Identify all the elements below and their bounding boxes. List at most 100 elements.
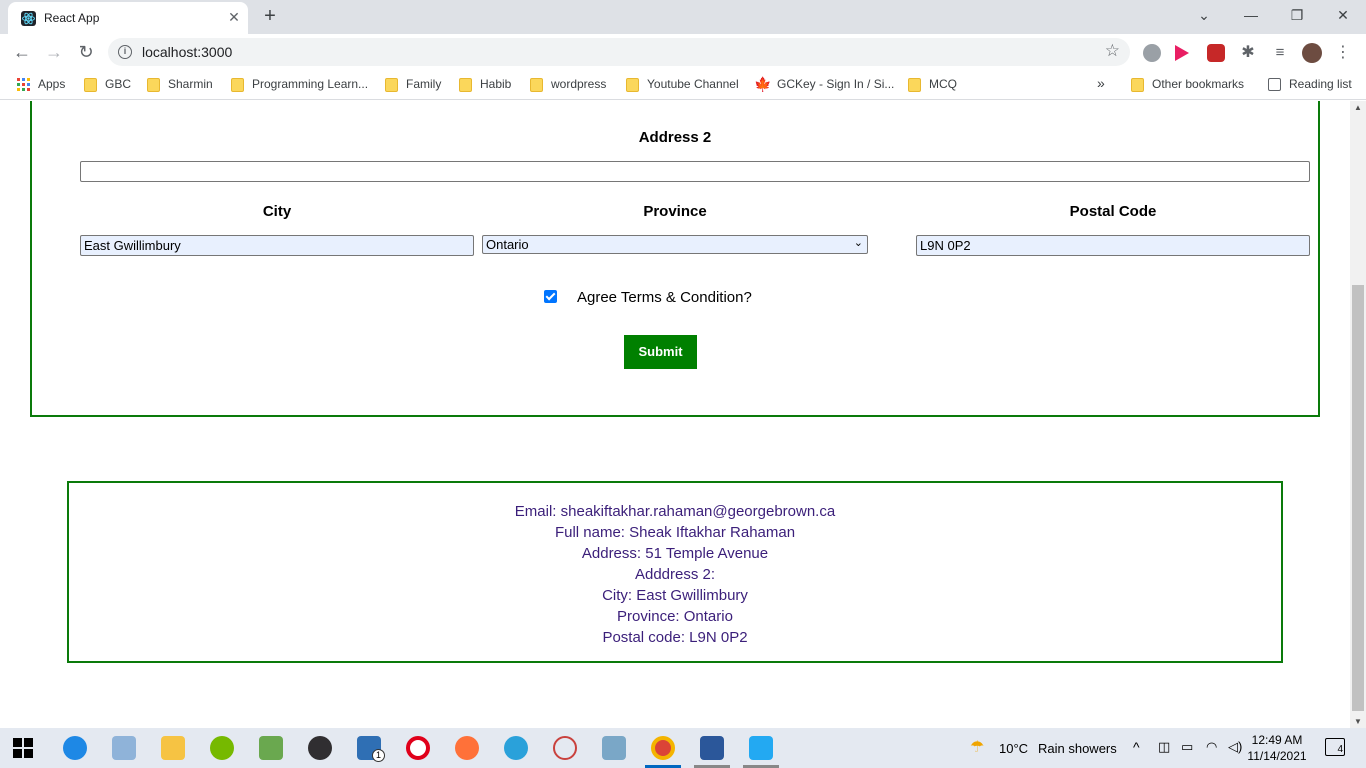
vscode-icon[interactable] <box>749 736 773 760</box>
close-tab-icon[interactable]: ✕ <box>226 9 242 25</box>
address2-label: Address 2 <box>638 129 712 146</box>
bookmark-label: wordpress <box>551 77 607 91</box>
minimize-icon[interactable]: — <box>1238 4 1264 26</box>
windows-start-icon[interactable] <box>13 738 33 758</box>
extension-red-icon[interactable] <box>1207 44 1225 62</box>
bookmark-youtube-channel[interactable]: Youtube Channel <box>626 77 739 93</box>
volume-icon[interactable]: ◁) <box>1228 739 1242 755</box>
extension-play-icon[interactable] <box>1175 45 1189 61</box>
close-window-icon[interactable]: ✕ <box>1330 4 1356 26</box>
bookmark-label: Apps <box>38 77 66 91</box>
folder-icon <box>908 78 921 92</box>
system-clock[interactable]: 12:49 AM 11/14/2021 <box>1247 732 1307 764</box>
folder-icon <box>459 78 472 92</box>
firefox-icon[interactable] <box>455 736 479 760</box>
chevron-down-icon: ⌄ <box>853 237 863 249</box>
weather-temperature[interactable]: 10°C <box>999 741 1028 756</box>
folder-icon <box>530 78 543 92</box>
reading-list-button[interactable]: Reading list <box>1268 77 1352 93</box>
show-hidden-icons-icon[interactable]: ^ <box>1133 739 1140 755</box>
mail-icon[interactable]: 1 <box>357 736 385 762</box>
obs-studio-icon[interactable] <box>308 736 332 760</box>
notes-app-icon[interactable] <box>602 736 626 760</box>
bookmark-other[interactable]: Other bookmarks <box>1131 77 1244 93</box>
folder-icon <box>626 78 639 92</box>
reading-list-icon <box>1268 78 1281 91</box>
bookmark-mcq[interactable]: MCQ <box>908 77 957 93</box>
agree-terms-checkbox[interactable] <box>544 290 557 303</box>
bookmarks-bar: Apps GBC Sharmin Programming Learn... Fa… <box>0 70 1366 100</box>
profile-avatar[interactable] <box>1302 43 1322 63</box>
bookmark-label: GCKey - Sign In / Si... <box>777 77 895 91</box>
province-select[interactable]: Ontario ⌄ <box>482 235 868 254</box>
extensions-puzzle-icon[interactable]: ✱ <box>1239 44 1257 62</box>
postal-code-input[interactable]: L9N 0P2 <box>916 235 1310 256</box>
extension-globe-icon[interactable] <box>1143 44 1161 62</box>
address2-input[interactable] <box>80 161 1310 182</box>
province-selected-value: Ontario <box>486 237 529 252</box>
summary-postal-code: Postal code: L9N 0P2 <box>602 629 748 646</box>
province-label: Province <box>643 203 707 220</box>
bookmark-label: Other bookmarks <box>1152 77 1245 91</box>
bookmark-sharmin[interactable]: Sharmin <box>147 77 213 93</box>
tab-search-icon[interactable]: ⌄ <box>1191 4 1217 26</box>
menu-kebab-icon[interactable]: ⋮ <box>1334 44 1352 62</box>
tab-strip: React App ✕ + ⌄ — ❐ ✕ <box>0 0 1366 34</box>
opera-icon[interactable] <box>406 736 430 760</box>
telegram-icon[interactable] <box>504 736 528 760</box>
browser-toolbar: ← → ↻ i localhost:3000 ☆ ✱ ≡ ⋮ <box>0 34 1366 70</box>
meet-now-icon[interactable]: ◫ <box>1158 739 1170 755</box>
bookmark-apps[interactable]: Apps <box>17 77 65 93</box>
apps-grid-icon <box>17 78 31 92</box>
maple-leaf-icon: 🍁 <box>754 76 772 92</box>
weather-condition[interactable]: Rain showers <box>1038 741 1117 756</box>
folder-icon <box>147 78 160 92</box>
this-pc-icon[interactable] <box>112 736 136 760</box>
scrollbar-thumb[interactable] <box>1352 285 1364 711</box>
address-bar[interactable]: i localhost:3000 ☆ <box>108 38 1130 66</box>
reload-icon[interactable]: ↻ <box>74 41 98 65</box>
notepad-plus-icon[interactable] <box>259 736 283 760</box>
summary-province: Province: Ontario <box>617 608 733 625</box>
word-icon[interactable] <box>700 736 724 760</box>
snipping-tool-icon[interactable] <box>553 736 577 760</box>
new-tab-icon[interactable]: + <box>259 5 281 27</box>
bookmark-habib[interactable]: Habib <box>459 77 511 93</box>
back-icon[interactable]: ← <box>10 41 34 65</box>
city-input[interactable]: East Gwillimbury <box>80 235 474 256</box>
bookmark-label: MCQ <box>929 77 957 91</box>
agree-terms-label: Agree Terms & Condition? <box>577 289 752 306</box>
site-info-icon[interactable]: i <box>118 45 132 59</box>
react-logo-icon <box>21 11 36 26</box>
notification-center-icon[interactable]: 4 <box>1325 738 1345 756</box>
submit-button[interactable]: Submit <box>624 335 697 369</box>
url-text: localhost:3000 <box>142 44 233 60</box>
summary-email: Email: sheakiftakhar.rahaman@georgebrown… <box>514 503 836 520</box>
battery-icon[interactable]: ▭ <box>1181 739 1193 755</box>
bookmarks-overflow-icon[interactable]: » <box>1097 75 1105 91</box>
media-control-icon[interactable]: ≡ <box>1271 44 1289 62</box>
utorrent-icon[interactable] <box>210 736 234 760</box>
wifi-icon[interactable]: ◠ <box>1206 739 1217 755</box>
bookmark-gckey[interactable]: 🍁 GCKey - Sign In / Si... <box>754 76 895 93</box>
submitted-summary: Email: sheakiftakhar.rahaman@georgebrown… <box>67 481 1283 663</box>
scroll-up-icon[interactable]: ▲ <box>1354 103 1362 112</box>
bookmark-programming[interactable]: Programming Learn... <box>231 77 368 93</box>
edge-browser-icon[interactable] <box>63 736 87 760</box>
browser-tab[interactable]: React App ✕ <box>8 2 248 34</box>
page-scrollbar[interactable]: ▲ ▼ <box>1350 101 1366 728</box>
chrome-icon[interactable] <box>651 736 675 760</box>
forward-icon[interactable]: → <box>42 41 66 65</box>
bookmark-family[interactable]: Family <box>385 77 441 93</box>
mail-badge: 1 <box>372 749 385 762</box>
restore-icon[interactable]: ❐ <box>1284 4 1310 26</box>
bookmark-label: Sharmin <box>168 77 213 91</box>
scroll-down-icon[interactable]: ▼ <box>1354 717 1362 726</box>
bookmark-gbc[interactable]: GBC <box>84 77 131 93</box>
bookmark-star-icon[interactable]: ☆ <box>1105 41 1120 61</box>
file-explorer-icon[interactable] <box>161 736 185 760</box>
summary-city: City: East Gwillimbury <box>602 587 748 604</box>
weather-icon[interactable]: ☂ <box>970 738 990 758</box>
bookmark-label: GBC <box>105 77 132 91</box>
bookmark-wordpress[interactable]: wordpress <box>530 77 606 93</box>
